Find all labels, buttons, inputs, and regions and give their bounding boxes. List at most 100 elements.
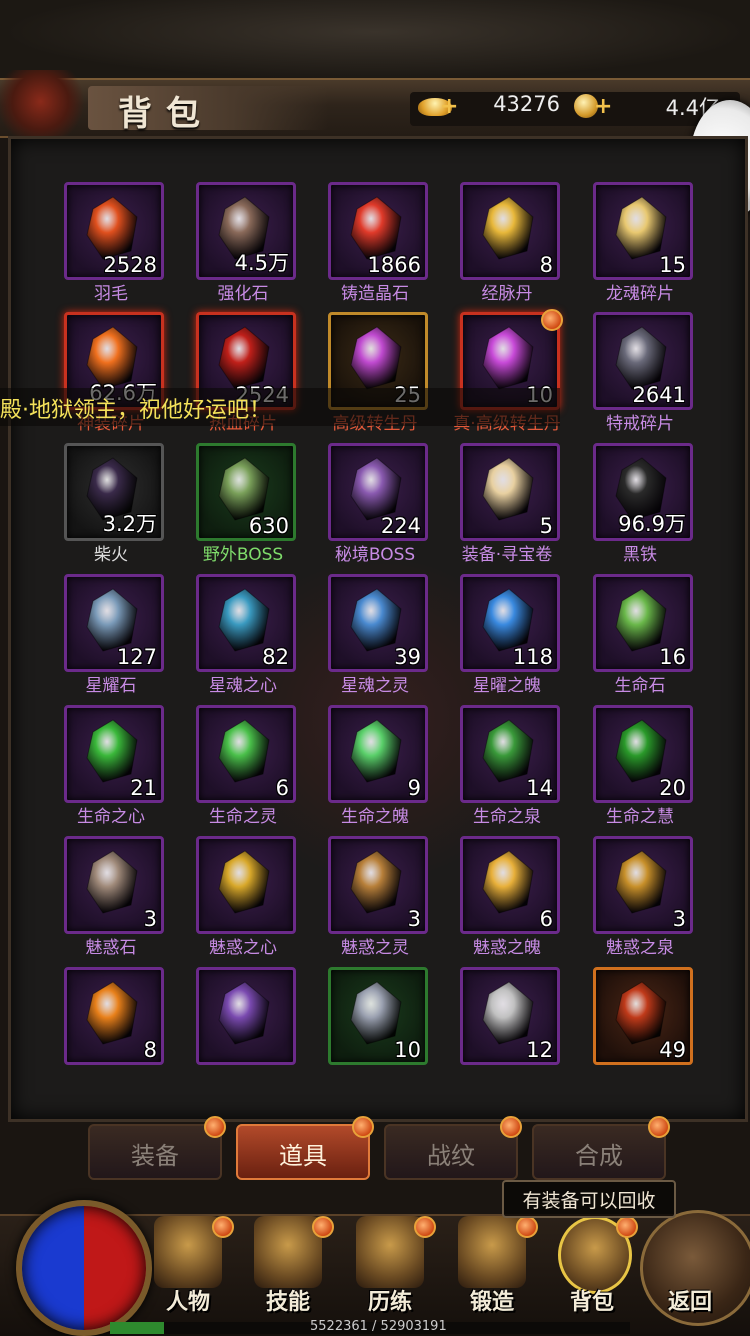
broadcast-banner: 殿·地狱领主，祝他好运吧！ xyxy=(0,388,560,426)
item-name: 生命之魄 xyxy=(341,807,409,827)
notification-dot-icon xyxy=(312,1216,334,1238)
tab-equipment[interactable]: 装备 xyxy=(88,1116,226,1180)
inventory-slot[interactable]: 3 xyxy=(64,836,164,934)
inventory-slot[interactable]: 630 xyxy=(196,443,296,541)
item-name: 星魂之灵 xyxy=(341,676,409,696)
inventory-slot[interactable] xyxy=(196,967,296,1065)
item-quantity: 224 xyxy=(380,514,421,538)
item-name: 装备·寻宝卷 xyxy=(461,545,553,565)
inventory-slot[interactable]: 39 xyxy=(328,574,428,672)
notification-dot-icon xyxy=(541,309,563,331)
inventory-slot[interactable]: 16 xyxy=(593,574,693,672)
item-name: 生命之泉 xyxy=(473,807,541,827)
charm-stone-icon xyxy=(86,850,138,914)
item-quantity: 8 xyxy=(539,253,553,277)
inventory-slot[interactable]: 8 xyxy=(64,967,164,1065)
item-quantity: 96.9万 xyxy=(618,512,686,536)
charm-spirit-icon xyxy=(350,850,402,914)
inventory-slot[interactable]: 8 xyxy=(460,182,560,280)
nav-label: 技能 xyxy=(265,1290,310,1315)
charm-spring-icon xyxy=(615,850,667,914)
item-name: 野外BOSS xyxy=(202,545,284,565)
inventory-slot[interactable]: 6 xyxy=(460,836,560,934)
inventory-slot[interactable] xyxy=(196,836,296,934)
item-name: 铸造晶石 xyxy=(341,284,409,304)
inventory-slot[interactable]: 3 xyxy=(593,836,693,934)
notification-dot-icon xyxy=(204,1116,226,1138)
inventory-slot[interactable]: 5 xyxy=(460,443,560,541)
item-quantity: 630 xyxy=(248,514,289,538)
tab-label: 战纹 xyxy=(427,1142,475,1170)
inventory-slot[interactable]: 118 xyxy=(460,574,560,672)
item-name: 特戒碎片 xyxy=(606,414,674,434)
nav-character[interactable]: 人物 xyxy=(138,1216,238,1316)
item-quantity: 3 xyxy=(407,907,421,931)
inventory-slot[interactable]: 3.2万 xyxy=(64,443,164,541)
item-quantity: 127 xyxy=(116,645,157,669)
inventory-slot[interactable]: 127 xyxy=(64,574,164,672)
inventory-slot[interactable]: 6 xyxy=(196,705,296,803)
inventory-slot[interactable]: 4.5万 xyxy=(196,182,296,280)
notification-dot-icon xyxy=(648,1116,670,1138)
broadcast-text: 殿·地狱领主，祝他好运吧！ xyxy=(0,398,271,423)
inventory-slot[interactable]: 10 xyxy=(328,967,428,1065)
inventory-slot[interactable]: 49 xyxy=(593,967,693,1065)
yuanbao-icon[interactable]: + xyxy=(572,90,620,124)
inventory-slot[interactable]: 12 xyxy=(460,967,560,1065)
inventory-slot[interactable]: 21 xyxy=(64,705,164,803)
nav-skills[interactable]: 技能 xyxy=(238,1216,338,1316)
item-quantity: 4.5万 xyxy=(234,251,289,275)
charm-flame-icon xyxy=(482,850,534,914)
item-quantity: 49 xyxy=(659,1038,686,1062)
inventory-slot[interactable]: 224 xyxy=(328,443,428,541)
exp-text: 5522361 / 52903191 xyxy=(310,1319,447,1334)
top-background xyxy=(0,0,750,80)
item-name: 强化石 xyxy=(217,284,269,304)
gold-ingot-icon[interactable]: + xyxy=(414,90,462,124)
notification-dot-icon xyxy=(352,1116,374,1138)
item-quantity: 2641 xyxy=(632,383,686,407)
dragon-emblem-icon xyxy=(0,70,90,140)
notification-dot-icon xyxy=(414,1216,436,1238)
item-name: 黑铁 xyxy=(623,545,657,565)
tab-synthesis[interactable]: 合成 xyxy=(532,1116,670,1180)
exp-bar: 5522361 / 52903191 xyxy=(110,1319,630,1334)
tab-items[interactable]: 道具 xyxy=(236,1116,374,1180)
inventory-slot[interactable]: 96.9万 xyxy=(593,443,693,541)
inventory-slot[interactable]: 2528 xyxy=(64,182,164,280)
nav-return[interactable]: 返回 xyxy=(640,1216,740,1316)
item-quantity: 39 xyxy=(394,645,421,669)
nav-bag[interactable]: 背包 xyxy=(542,1216,642,1316)
item-quantity: 2528 xyxy=(103,253,157,277)
inventory-slot[interactable]: 20 xyxy=(593,705,693,803)
recycle-tip[interactable]: 有装备可以回收 xyxy=(502,1180,676,1218)
inventory-slot[interactable]: 14 xyxy=(460,705,560,803)
inventory-slot[interactable]: 2641 xyxy=(593,312,693,410)
notification-dot-icon xyxy=(500,1116,522,1138)
purple-stone-icon xyxy=(218,981,270,1045)
item-quantity: 3.2万 xyxy=(102,512,157,536)
inventory-slot[interactable]: 82 xyxy=(196,574,296,672)
item-name: 生命之慧 xyxy=(606,807,674,827)
life-spirit-icon xyxy=(218,719,270,783)
item-name: 星耀石 xyxy=(85,676,137,696)
inventory-slot[interactable]: 15 xyxy=(593,182,693,280)
inventory-slot[interactable]: 1866 xyxy=(328,182,428,280)
tab-label: 道具 xyxy=(279,1142,327,1170)
item-name: 柴火 xyxy=(94,545,128,565)
item-name: 生命之灵 xyxy=(209,807,277,827)
nav-forge[interactable]: 锻造 xyxy=(442,1216,542,1316)
item-name: 生命之心 xyxy=(77,807,145,827)
charm-heart-icon xyxy=(218,850,270,914)
item-name: 魅惑石 xyxy=(85,938,137,958)
item-name: 魅惑之灵 xyxy=(341,938,409,958)
tab-battle-pattern[interactable]: 战纹 xyxy=(384,1116,522,1180)
life-flame-icon xyxy=(350,719,402,783)
inventory-slot[interactable]: 3 xyxy=(328,836,428,934)
item-quantity: 15 xyxy=(659,253,686,277)
item-name: 星曜之魄 xyxy=(473,676,541,696)
inventory-slot[interactable]: 9 xyxy=(328,705,428,803)
item-quantity: 21 xyxy=(130,776,157,800)
nav-training[interactable]: 历练 xyxy=(340,1216,440,1316)
item-name: 经脉丹 xyxy=(481,284,533,304)
